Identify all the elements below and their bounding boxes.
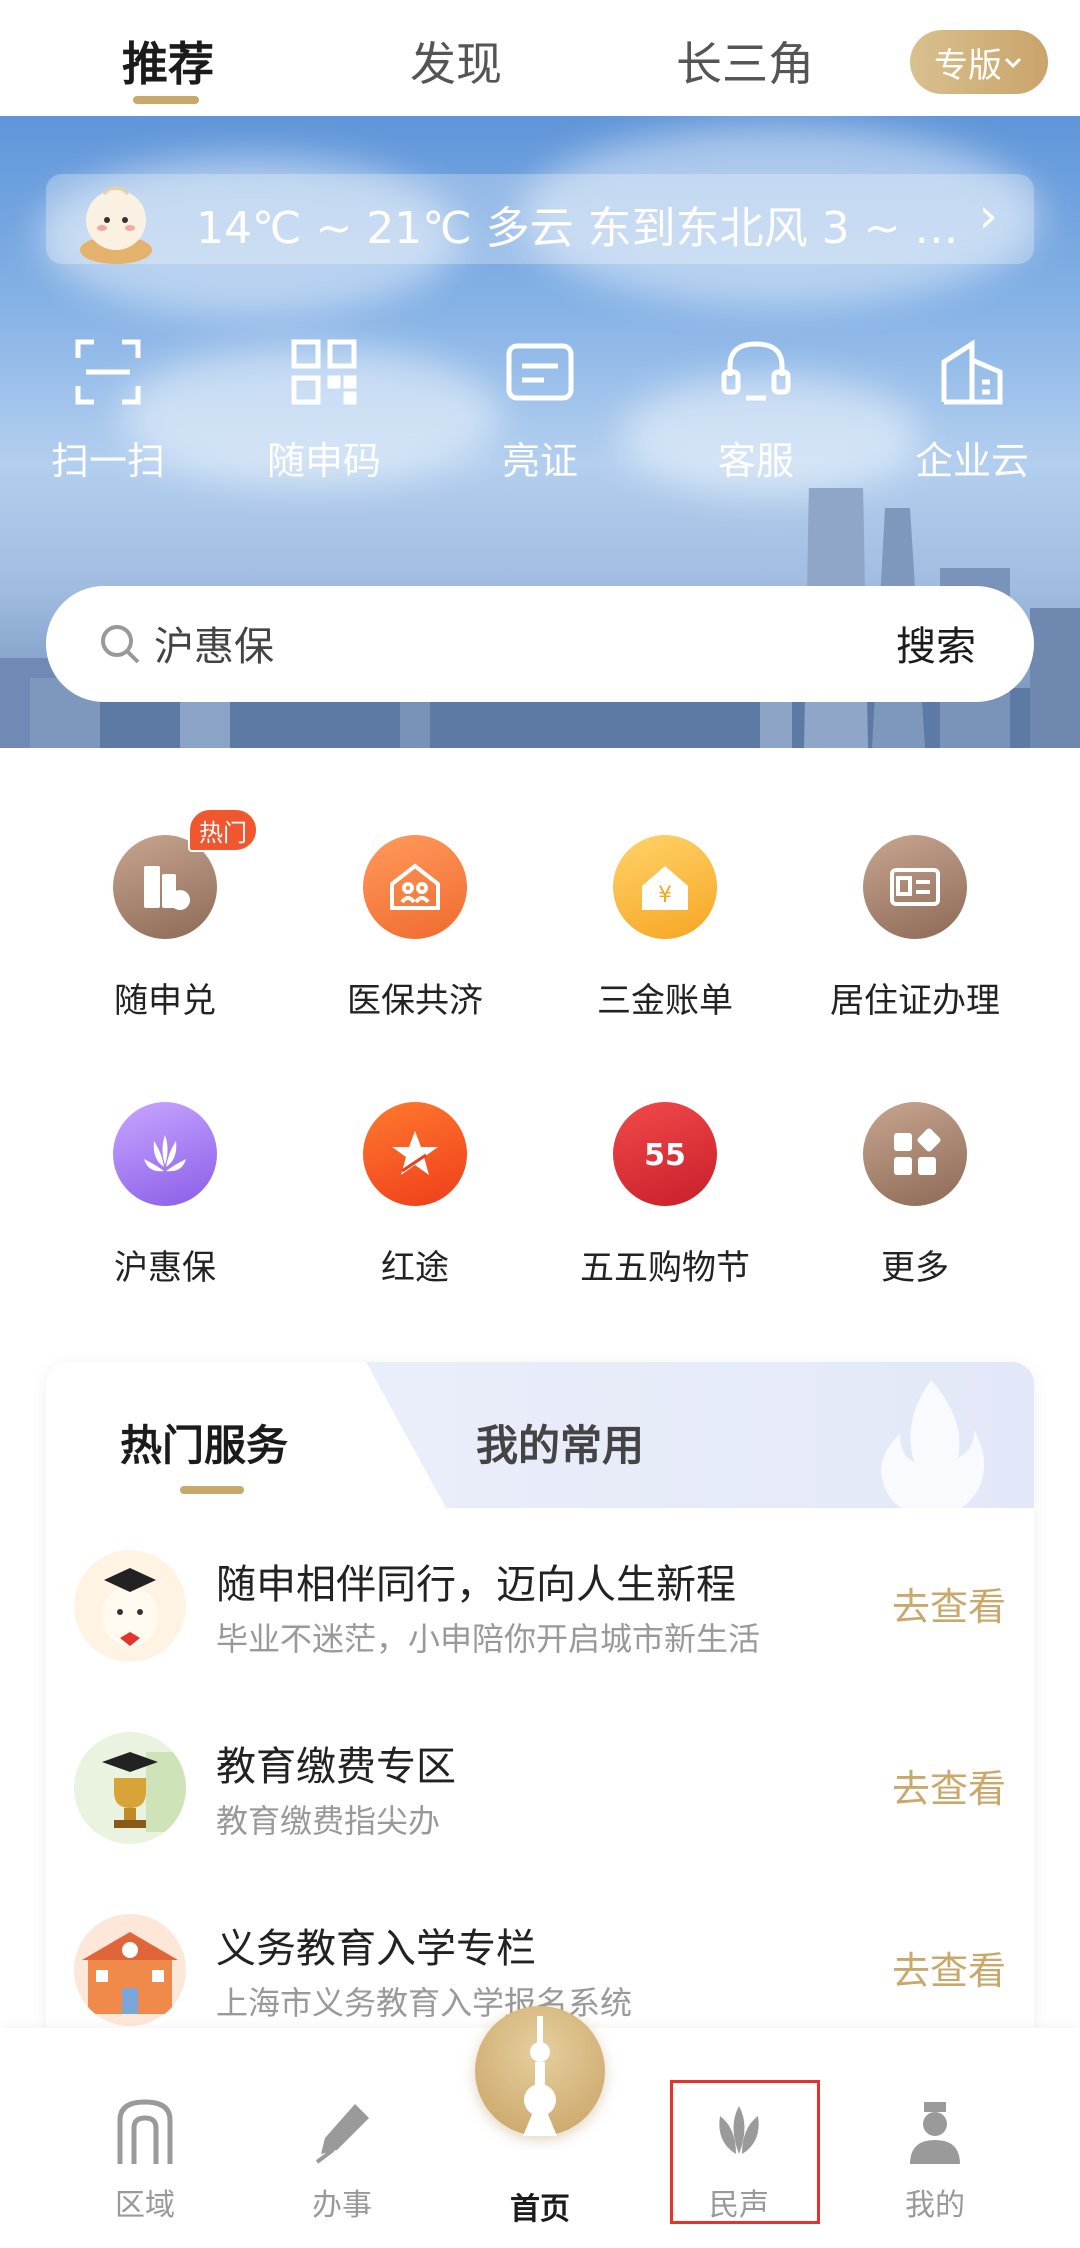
- nav-mine[interactable]: 我的: [865, 2098, 1005, 2224]
- bottom-nav-bar: 区域 办事 首页 民声 我的: [0, 2006, 1080, 2248]
- trophy-icon: [74, 1732, 186, 1844]
- active-tab-indicator: [133, 96, 199, 104]
- quick-action-qrcode[interactable]: 随申码: [244, 336, 404, 485]
- qrcode-icon: [291, 339, 357, 405]
- service-suishen-dui[interactable]: 随申兑: [65, 835, 265, 1022]
- edition-switch-button[interactable]: 专版: [910, 30, 1048, 94]
- graduation-mascot-icon: [74, 1550, 186, 1662]
- chevron-right-icon: ›: [978, 188, 998, 244]
- hot-badge: 热门: [188, 808, 258, 852]
- more-icon: [863, 1102, 967, 1206]
- nav-region[interactable]: 区域: [75, 2098, 215, 2224]
- pearl-tower-icon: [523, 2016, 557, 2136]
- pen-nib-icon: [315, 2104, 369, 2164]
- svg-text:55: 55: [644, 1138, 686, 1173]
- weather-text: 14℃ ~ 21℃ 多云 东到东北风 3 ~ …: [196, 203, 959, 254]
- list-item[interactable]: 教育缴费专区 教育缴费指尖办 去查看: [46, 1712, 1034, 1852]
- svg-text:¥: ¥: [658, 883, 672, 908]
- region-arch-icon: [117, 2099, 173, 2164]
- nav-home-button[interactable]: [475, 2006, 605, 2136]
- highlight-box: [670, 2080, 820, 2224]
- service-medical-insurance[interactable]: 医保共济: [315, 835, 515, 1022]
- view-button[interactable]: 去查看: [892, 1576, 1006, 1631]
- list-item[interactable]: 随申相伴同行，迈向人生新程 毕业不迷茫，小申陪你开启城市新生活 去查看: [46, 1530, 1034, 1670]
- scan-icon: [75, 339, 141, 405]
- view-button[interactable]: 去查看: [892, 1758, 1006, 1813]
- app-screen: 推荐 发现 长三角 专版 14℃ ~ 21℃ 多云 东到东北风 3 ~ … › …: [0, 0, 1080, 2248]
- service-residence-permit[interactable]: 居住证办理: [815, 835, 1015, 1022]
- quick-action-scan[interactable]: 扫一扫: [28, 336, 188, 485]
- tab-my-frequent[interactable]: 我的常用: [476, 1412, 644, 1473]
- chevron-down-icon: [1004, 57, 1022, 69]
- nav-affairs[interactable]: 办事: [272, 2098, 412, 2224]
- id-card-icon: [506, 343, 574, 401]
- headset-icon: [721, 341, 791, 401]
- hero-banner: 14℃ ~ 21℃ 多云 东到东北风 3 ~ … › 扫一扫 随申码 亮证 客服…: [0, 116, 1080, 748]
- residence-permit-icon: [863, 835, 967, 939]
- medical-insurance-icon: [363, 835, 467, 939]
- building-icon: [941, 339, 1003, 405]
- edition-label: 专版: [934, 45, 1002, 86]
- quick-action-show-id[interactable]: 亮证: [460, 336, 620, 485]
- quick-action-enterprise-cloud[interactable]: 企业云: [892, 336, 1052, 485]
- card-tab-indicator: [180, 1486, 244, 1494]
- top-tab-bar: 推荐 发现 长三角 专版: [0, 0, 1080, 116]
- tab-discover[interactable]: 发现: [410, 28, 502, 94]
- tab-recommend[interactable]: 推荐: [122, 28, 214, 94]
- huhuibao-icon: [113, 1102, 217, 1206]
- hot-services-card: 热门服务 我的常用 随申相伴同行，迈向人生新程 毕业不迷茫，小申陪你开启城市新生…: [46, 1362, 1034, 2052]
- search-input[interactable]: 沪惠保: [154, 614, 274, 672]
- service-red-route[interactable]: 红途: [315, 1102, 515, 1289]
- tab-hot-services[interactable]: 热门服务: [120, 1412, 288, 1473]
- weather-bar[interactable]: 14℃ ~ 21℃ 多云 东到东北风 3 ~ … ›: [46, 174, 1034, 264]
- quick-action-customer-service[interactable]: 客服: [676, 336, 836, 485]
- user-profile-icon: [910, 2102, 960, 2164]
- tab-yangtze-delta[interactable]: 长三角: [676, 28, 814, 94]
- school-building-icon: [74, 1914, 186, 2026]
- flame-icon: [881, 1380, 985, 1516]
- service-fund-bill[interactable]: ¥ 三金账单: [565, 835, 765, 1022]
- search-button[interactable]: 搜索: [896, 614, 976, 672]
- service-more[interactable]: 更多: [815, 1102, 1015, 1289]
- fund-bill-icon: ¥: [613, 835, 717, 939]
- nav-home-label[interactable]: 首页: [470, 2184, 610, 2228]
- service-huhuibao[interactable]: 沪惠保: [65, 1102, 265, 1289]
- search-bar[interactable]: 沪惠保 搜索: [46, 586, 1034, 702]
- mascot-dumpling-icon: [80, 186, 152, 264]
- red-route-icon: [363, 1102, 467, 1206]
- service-shopping-festival[interactable]: 55 五五购物节: [565, 1102, 765, 1289]
- view-button[interactable]: 去查看: [892, 1940, 1006, 1995]
- search-icon: [101, 625, 140, 664]
- shopping-festival-icon: 55: [613, 1102, 717, 1206]
